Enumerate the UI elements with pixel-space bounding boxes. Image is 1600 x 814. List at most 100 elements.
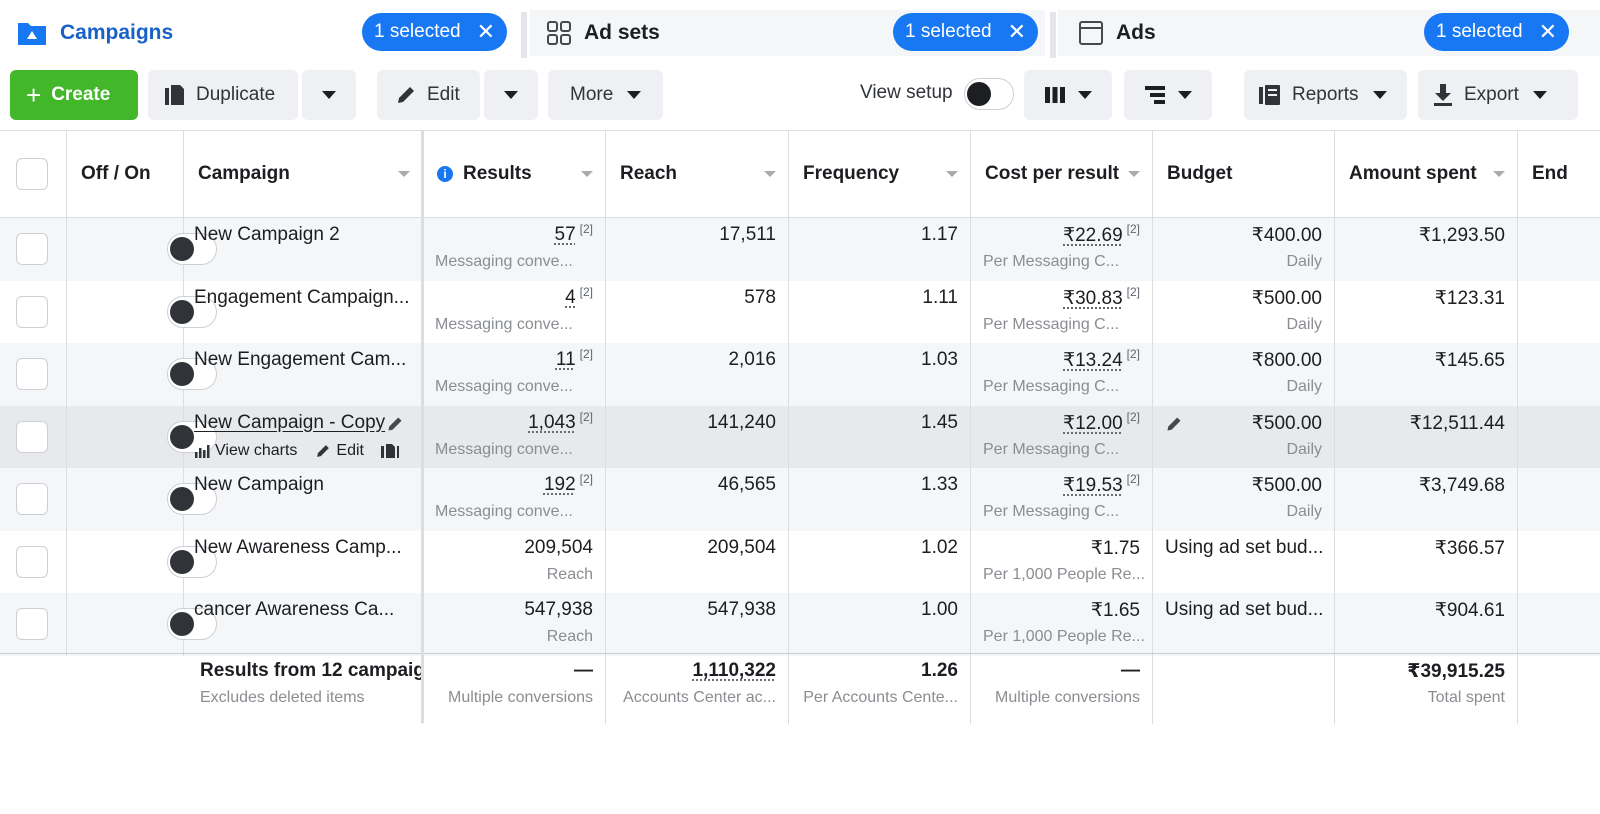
results-value[interactable]: 4 <box>565 287 576 308</box>
clear-selection-icon[interactable]: ✕ <box>1539 21 1557 43</box>
ads-selected-pill[interactable]: 1 selected ✕ <box>1424 13 1570 51</box>
column-header-cost-per-result[interactable]: Cost per result <box>971 131 1153 217</box>
campaign-name-link[interactable]: cancer Awareness Ca... <box>194 599 394 621</box>
info-icon[interactable]: i <box>437 166 453 182</box>
cpr-value-wrap: ₹19.53 [2] <box>1063 472 1140 497</box>
sort-icon[interactable] <box>581 171 593 177</box>
ad-sets-selected-pill[interactable]: 1 selected ✕ <box>893 13 1039 51</box>
view-setup-toggle[interactable] <box>964 78 1014 110</box>
campaign-name-link[interactable]: New Awareness Camp... <box>194 537 402 559</box>
sort-icon[interactable] <box>398 171 410 177</box>
frequency-cell: 1.02 <box>789 530 971 594</box>
column-header-end[interactable]: End <box>1518 131 1600 217</box>
toggle-cell <box>67 343 217 406</box>
cpr-value-wrap: ₹13.24 [2] <box>1063 347 1140 372</box>
table-row[interactable]: New Campaign - Copy 1,043 [2] Messaging con… <box>0 405 1600 469</box>
row-checkbox[interactable] <box>16 608 48 640</box>
column-header-campaign[interactable]: Campaign <box>184 131 423 217</box>
results-value[interactable]: 11 <box>556 349 576 370</box>
clear-selection-icon[interactable]: ✕ <box>477 21 495 43</box>
reach-value: 141,240 <box>707 411 776 433</box>
results-value[interactable]: 547,938 <box>524 599 593 620</box>
table-row[interactable]: Engagement Campaign... 4 [2] Messaging conv… <box>0 280 1600 344</box>
sort-icon[interactable] <box>764 171 776 177</box>
table-row[interactable]: New Awareness Camp... 209,504 Reach 209,504… <box>0 530 1600 594</box>
reach-value: 209,504 <box>707 536 776 558</box>
campaign-name-link[interactable]: New Campaign <box>194 474 324 496</box>
chevron-down-icon <box>1078 91 1092 99</box>
pencil-icon[interactable] <box>386 415 404 438</box>
cost-per-result-value[interactable]: ₹30.83 <box>1063 288 1123 309</box>
cost-per-result-value[interactable]: ₹1.65 <box>1091 600 1140 621</box>
duplicate-action[interactable] <box>380 443 400 459</box>
results-value[interactable]: 209,504 <box>524 537 593 558</box>
breakdown-button[interactable] <box>1124 70 1212 120</box>
tab-ad-sets[interactable]: Ad sets 1 selected ✕ <box>530 10 1045 56</box>
table-row[interactable]: cancer Awareness Ca... 547,938 Reach 547,93… <box>0 593 1600 656</box>
column-header-budget[interactable]: Budget <box>1153 131 1335 217</box>
column-header-reach[interactable]: Reach <box>606 131 789 217</box>
edit-action[interactable]: Edit <box>315 442 364 460</box>
sort-icon[interactable] <box>1128 171 1140 177</box>
sort-icon[interactable] <box>1493 171 1505 177</box>
select-all-checkbox[interactable] <box>16 158 48 190</box>
amount-spent-value: ₹12,511.44 <box>1409 412 1505 434</box>
campaigns-selected-pill[interactable]: 1 selected ✕ <box>362 13 508 51</box>
column-header-results[interactable]: i Results <box>423 131 606 217</box>
results-value[interactable]: 1,043 <box>528 412 576 433</box>
budget-value[interactable]: ₹500.00 <box>1252 412 1322 435</box>
export-button[interactable]: Export <box>1418 70 1578 120</box>
tab-divider <box>521 12 527 58</box>
table-row[interactable]: New Campaign 192 [2] Messaging conve... 46,5… <box>0 468 1600 531</box>
cost-per-result-value[interactable]: ₹22.69 <box>1063 225 1123 246</box>
column-header-amount-spent[interactable]: Amount spent <box>1335 131 1518 217</box>
cost-per-result-value[interactable]: ₹13.24 <box>1063 350 1123 371</box>
results-cell: 4 [2] Messaging conve... <box>423 280 606 344</box>
amount-spent-value: ₹1,293.50 <box>1418 225 1505 246</box>
column-header-frequency[interactable]: Frequency <box>789 131 971 217</box>
cost-per-result-value[interactable]: ₹19.53 <box>1063 475 1123 496</box>
edit-dropdown-button[interactable] <box>484 70 538 120</box>
table-row[interactable]: New Campaign 2 57 [2] Messaging conve... 17,… <box>0 218 1600 281</box>
campaign-name-link[interactable]: New Engagement Cam... <box>194 349 406 371</box>
clear-selection-icon[interactable]: ✕ <box>1008 21 1026 43</box>
campaign-name-link[interactable]: New Campaign 2 <box>194 224 340 246</box>
row-checkbox[interactable] <box>16 420 48 453</box>
cost-per-result-value[interactable]: ₹1.75 <box>1091 538 1140 559</box>
create-button[interactable]: + Create <box>10 70 138 120</box>
results-value[interactable]: 57 <box>555 224 576 245</box>
amount-spent-cell: ₹123.31 <box>1335 280 1518 344</box>
amount-spent-cell: ₹1,293.50 <box>1335 218 1518 281</box>
edit-button[interactable]: Edit <box>377 70 480 120</box>
columns-button[interactable] <box>1024 70 1112 120</box>
budget-type: Daily <box>1286 315 1322 333</box>
footer-cpr-sub: Multiple conversions <box>995 689 1140 706</box>
budget-value[interactable]: ₹500.00 <box>1252 474 1322 497</box>
campaign-name-link[interactable]: Engagement Campaign... <box>194 287 409 309</box>
row-checkbox[interactable] <box>16 358 48 390</box>
cost-per-result-cell: ₹1.65 Per 1,000 People Re... <box>971 593 1153 656</box>
table-row[interactable]: New Engagement Cam... 11 [2] Messaging conv… <box>0 343 1600 406</box>
pencil-icon[interactable] <box>1165 415 1183 438</box>
budget-value[interactable]: ₹800.00 <box>1252 349 1322 372</box>
budget-value[interactable]: ₹500.00 <box>1252 287 1322 310</box>
cost-per-result-value[interactable]: ₹12.00 <box>1063 413 1123 434</box>
view-charts-action[interactable]: View charts <box>194 442 297 460</box>
row-checkbox[interactable] <box>16 233 48 265</box>
row-checkbox[interactable] <box>16 545 48 578</box>
duplicate-button[interactable]: Duplicate <box>148 70 298 120</box>
tab-campaigns[interactable]: Campaigns 1 selected ✕ <box>0 10 520 56</box>
budget-value[interactable]: ₹400.00 <box>1252 224 1322 247</box>
sort-icon[interactable] <box>946 171 958 177</box>
duplicate-dropdown-button[interactable] <box>302 70 356 120</box>
results-value[interactable]: 192 <box>544 474 576 495</box>
more-button[interactable]: More <box>548 70 663 120</box>
create-label: Create <box>51 84 111 105</box>
row-checkbox[interactable] <box>16 483 48 515</box>
tab-ads[interactable]: Ads 1 selected ✕ <box>1058 10 1600 56</box>
reports-button[interactable]: Reports <box>1244 70 1407 120</box>
end-cell <box>1518 531 1600 594</box>
column-header-off-on[interactable]: Off / On <box>67 131 184 217</box>
row-checkbox[interactable] <box>16 295 48 328</box>
campaign-name-link[interactable]: New Campaign - Copy <box>194 412 385 434</box>
